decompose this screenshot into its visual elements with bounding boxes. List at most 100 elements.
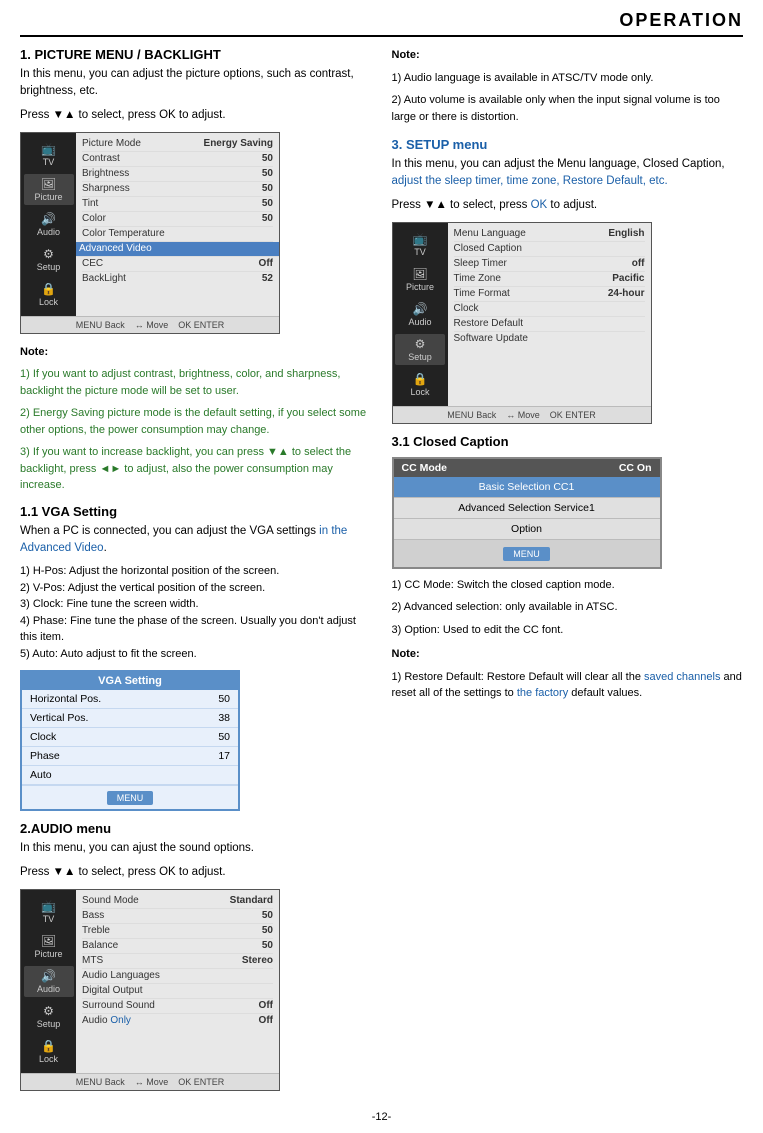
section-setup-menu: 3. SETUP menu In this menu, you can adju… <box>392 137 744 424</box>
page-title: OPERATION <box>20 10 743 37</box>
vga-row-vpos: Vertical Pos.38 <box>22 709 238 728</box>
section3-heading: 3. SETUP menu <box>392 137 744 152</box>
vga-setting-box: VGA Setting Horizontal Pos.50 Vertical P… <box>20 670 240 811</box>
audio-sidebar-audio[interactable]: 🔊Audio <box>24 966 74 997</box>
sidebar-setup[interactable]: ⚙Setup <box>24 244 74 275</box>
setup-row-timezone: Time ZonePacific <box>454 272 645 287</box>
cc-menu-button[interactable]: MENU <box>503 547 550 561</box>
cc-option-option[interactable]: Option <box>394 519 660 540</box>
row-sharpness: Sharpness50 <box>82 182 273 197</box>
vga-row-phase: Phase17 <box>22 747 238 766</box>
section2-para1: In this menu, you can ajust the sound op… <box>20 840 372 857</box>
section1-1-para: When a PC is connected, you can adjust t… <box>20 523 372 558</box>
row-backlight: BackLight52 <box>82 272 273 286</box>
cc-item-1: 1) CC Mode: Switch the closed caption mo… <box>392 577 744 594</box>
setup-row-timeformat: Time Format24-hour <box>454 287 645 302</box>
vga-row-hpos: Horizontal Pos.50 <box>22 690 238 709</box>
setup-menu-footer: MENU Back↔ MoveOK ENTER <box>393 406 651 423</box>
row-cec: CECOff <box>82 257 273 272</box>
setup-row-restoredefault: Restore Default <box>454 317 645 332</box>
cc-note-1: 1) Restore Default: Restore Default will… <box>392 669 744 702</box>
setup-sidebar-tv[interactable]: 📺TV <box>395 229 445 260</box>
setup-row-menulang: Menu LanguageEnglish <box>454 227 645 242</box>
setup-row-closedcap: Closed Caption <box>454 242 645 257</box>
audio-sidebar-picture[interactable]: 🖼Picture <box>24 931 74 962</box>
row-contrast: Contrast50 <box>82 152 273 167</box>
section1-heading: 1. PICTURE MENU / BACKLIGHT <box>20 47 372 62</box>
audio-row-bass: Bass50 <box>82 909 273 924</box>
sidebar-picture[interactable]: 🖼Picture <box>24 174 74 205</box>
cc-items: 1) CC Mode: Switch the closed caption mo… <box>392 577 744 639</box>
vga-menu-btn-area: MENU <box>22 785 238 809</box>
row-picture-mode: Picture ModeEnergy Saving <box>82 137 273 152</box>
row-advanced-video: Advanced Video <box>76 242 279 257</box>
section1-1-heading: 1.1 VGA Setting <box>20 504 372 519</box>
sidebar-audio[interactable]: 🔊Audio <box>24 209 74 240</box>
note-item-1: 1) If you want to adjust contrast, brigh… <box>20 366 372 399</box>
cc-option-basic[interactable]: Basic Selection CC1 <box>394 477 660 498</box>
cc-mode-value: CC On <box>619 462 652 474</box>
section1-note: Note: 1) If you want to adjust contrast,… <box>20 344 372 494</box>
cc-menu-btn-area: MENU <box>394 540 660 567</box>
setup-sidebar-lock[interactable]: 🔒Lock <box>395 369 445 400</box>
cc-item-2: 2) Advanced selection: only available in… <box>392 599 744 616</box>
cc-note-label: Note: <box>392 648 420 660</box>
sidebar-lock[interactable]: 🔒Lock <box>24 279 74 310</box>
audio-row-audiolang: Audio Languages <box>82 969 273 984</box>
cc-option-advanced[interactable]: Advanced Selection Service1 <box>394 498 660 519</box>
section-closed-caption: 3.1 Closed Caption CC Mode CC On Basic S… <box>392 434 744 702</box>
page-number: -12- <box>20 1111 743 1123</box>
picture-menu-footer: MENU Back↔ MoveOK ENTER <box>21 316 279 333</box>
audio-menu-footer: MENU Back↔ MoveOK ENTER <box>21 1073 279 1090</box>
audio-sidebar-setup[interactable]: ⚙Setup <box>24 1001 74 1032</box>
setup-sidebar-audio[interactable]: 🔊Audio <box>395 299 445 330</box>
setup-sidebar-setup[interactable]: ⚙Setup <box>395 334 445 365</box>
setup-menu: 📺TV 🖼Picture 🔊Audio ⚙Setup 🔒Lock Menu La… <box>392 222 652 424</box>
row-color-temp: Color Temperature <box>82 227 273 242</box>
cc-note: Note: 1) Restore Default: Restore Defaul… <box>392 646 744 702</box>
right-col-note: Note: 1) Audio language is available in … <box>392 47 744 125</box>
note-item-3: 3) If you want to increase backlight, yo… <box>20 444 372 494</box>
picture-menu: 📺TV 🖼Picture 🔊Audio ⚙Setup 🔒Lock Picture… <box>20 132 280 334</box>
cc-title-row: CC Mode CC On <box>394 459 660 477</box>
audio-row-soundmode: Sound ModeStandard <box>82 894 273 909</box>
cc-mode-box: CC Mode CC On Basic Selection CC1 Advanc… <box>392 457 662 569</box>
audio-row-digitalout: Digital Output <box>82 984 273 999</box>
tv-sidebar: 📺TV 🖼Picture 🔊Audio ⚙Setup 🔒Lock <box>21 133 76 316</box>
vga-menu-button[interactable]: MENU <box>107 791 154 805</box>
section3-para2: Press ▼▲ to select, press OK to adjust. <box>392 197 744 214</box>
vga-row-clock: Clock50 <box>22 728 238 747</box>
sidebar-tv[interactable]: 📺TV <box>24 139 74 170</box>
section2-para2: Press ▼▲ to select, press OK to adjust. <box>20 864 372 881</box>
vga-title: VGA Setting <box>22 672 238 690</box>
audio-sidebar-tv[interactable]: 📺TV <box>24 896 74 927</box>
audio-menu: 📺TV 🖼Picture 🔊Audio ⚙Setup 🔒Lock Sound M… <box>20 889 280 1091</box>
section1-para2: Press ▼▲ to select, press OK to adjust. <box>20 107 372 124</box>
setup-row-clock: Clock <box>454 302 645 317</box>
setup-row-sleeptimer: Sleep Timeroff <box>454 257 645 272</box>
setup-row-softwareupdate: Software Update <box>454 332 645 346</box>
section3-1-heading: 3.1 Closed Caption <box>392 434 744 449</box>
vga-items: 1) H-Pos: Adjust the horizontal position… <box>20 563 372 662</box>
section3-para1: In this menu, you can adjust the Menu la… <box>392 156 744 191</box>
setup-menu-content: Menu LanguageEnglish Closed Caption Slee… <box>448 223 651 406</box>
right-note-1: 1) Audio language is available in ATSC/T… <box>392 70 744 87</box>
setup-tv-sidebar: 📺TV 🖼Picture 🔊Audio ⚙Setup 🔒Lock <box>393 223 448 406</box>
note-item-2: 2) Energy Saving picture mode is the def… <box>20 405 372 438</box>
setup-sidebar-picture[interactable]: 🖼Picture <box>395 264 445 295</box>
audio-row-mts: MTSStereo <box>82 954 273 969</box>
audio-row-audioonly: Audio OnlyOff <box>82 1014 273 1028</box>
right-note-label: Note: <box>392 49 420 61</box>
audio-row-balance: Balance50 <box>82 939 273 954</box>
audio-sidebar-lock[interactable]: 🔒Lock <box>24 1036 74 1067</box>
section1-para1: In this menu, you can adjust the picture… <box>20 66 372 101</box>
cc-mode-label: CC Mode <box>402 462 448 474</box>
vga-row-auto: Auto <box>22 766 238 785</box>
section-audio-menu: 2.AUDIO menu In this menu, you can ajust… <box>20 821 372 1091</box>
section2-heading: 2.AUDIO menu <box>20 821 372 836</box>
right-note-2: 2) Auto volume is available only when th… <box>392 92 744 125</box>
cc-item-3: 3) Option: Used to edit the CC font. <box>392 622 744 639</box>
section-vga-setting: 1.1 VGA Setting When a PC is connected, … <box>20 504 372 812</box>
section-picture-backlight: 1. PICTURE MENU / BACKLIGHT In this menu… <box>20 47 372 494</box>
row-brightness: Brightness50 <box>82 167 273 182</box>
